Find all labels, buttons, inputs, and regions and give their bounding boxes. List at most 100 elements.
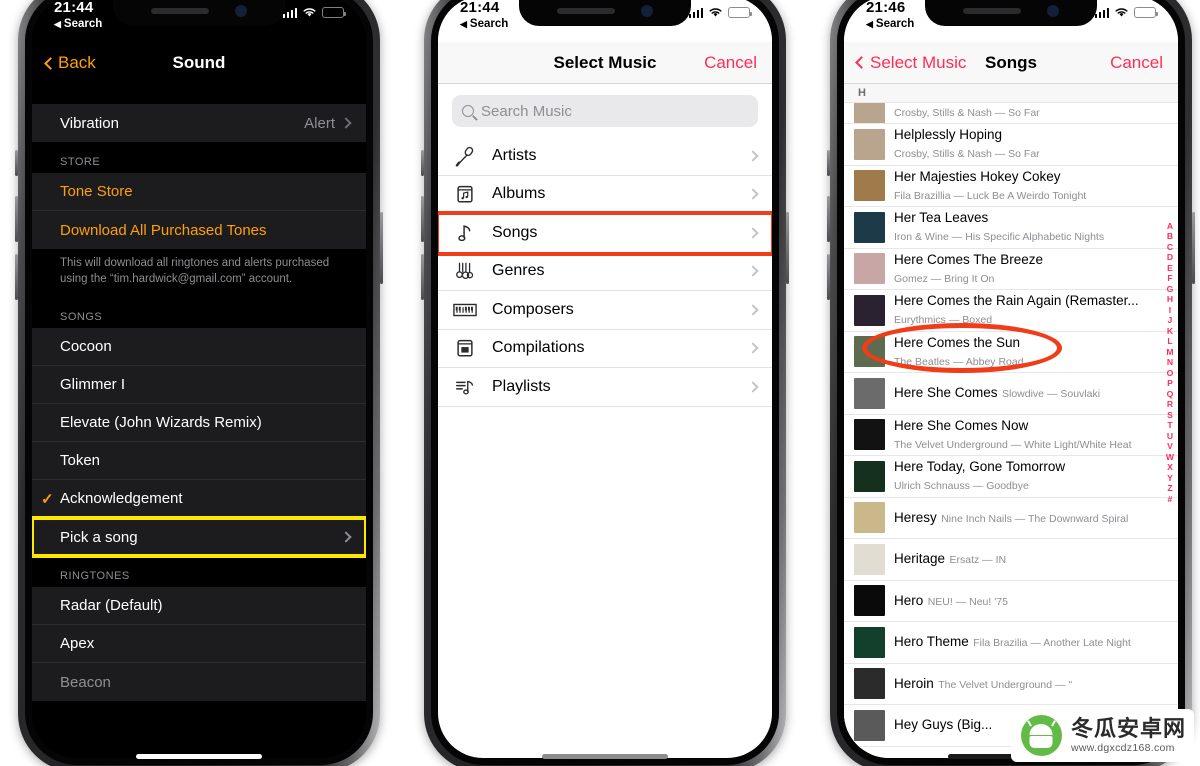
song-row-here-today-gone-tomorrow[interactable]: Here Today, Gone Tomorrow Ulrich Schnaus…: [844, 456, 1178, 498]
tone-store-row[interactable]: Tone Store: [32, 173, 366, 211]
index-letter[interactable]: T: [1167, 420, 1172, 430]
album-art: [854, 419, 885, 451]
song-row-token[interactable]: Token: [32, 442, 366, 481]
power-button[interactable]: [380, 212, 383, 284]
volume-down-button[interactable]: [827, 254, 830, 300]
category-row-artists[interactable]: Artists: [438, 137, 772, 176]
index-letter[interactable]: O: [1167, 368, 1174, 378]
notch: [925, 0, 1097, 26]
battery-icon: [728, 7, 752, 18]
index-letter[interactable]: B: [1167, 231, 1173, 241]
song-row-heritage[interactable]: Heritage Ersatz — IN: [844, 539, 1178, 581]
front-camera: [235, 5, 247, 17]
song-row-acknowledgement[interactable]: ✓ Acknowledgement: [32, 480, 366, 519]
song-row-heresy[interactable]: Heresy Nine Inch Nails — The Downward Sp…: [844, 497, 1178, 539]
status-back-to-search[interactable]: ◀ Search: [54, 18, 102, 31]
album-icon: [438, 183, 492, 205]
song-row-cocoon[interactable]: Cocoon: [32, 328, 366, 367]
song-row-hero[interactable]: Hero NEU! — Neu! '75: [844, 580, 1178, 622]
mute-switch[interactable]: [15, 150, 18, 176]
index-letter[interactable]: R: [1167, 399, 1173, 409]
index-letter[interactable]: G: [1167, 284, 1174, 294]
volume-up-button[interactable]: [421, 196, 424, 242]
watermark-url: www.dgxcdz168.com: [1070, 741, 1175, 754]
ringtone-label: Beacon: [60, 673, 111, 691]
index-letter[interactable]: H: [1167, 294, 1173, 304]
status-back-to-search[interactable]: ◀ Search: [460, 18, 508, 31]
vibration-row[interactable]: Vibration Alert: [32, 104, 366, 142]
category-row-albums[interactable]: Albums: [438, 175, 772, 214]
cancel-button[interactable]: Cancel: [1110, 53, 1163, 73]
category-row-playlists[interactable]: Playlists: [438, 368, 772, 407]
pick-a-song-row[interactable]: Pick a song: [32, 516, 366, 559]
index-letter[interactable]: Z: [1167, 483, 1172, 493]
song-subtitle: Nine Inch Nails — The Downward Spiral: [941, 512, 1129, 525]
index-letter[interactable]: A: [1167, 221, 1173, 231]
notch: [519, 0, 691, 26]
index-letter[interactable]: F: [1167, 273, 1172, 283]
song-title: Hero: [894, 592, 924, 608]
song-row-here-comes-the-breeze[interactable]: Here Comes The Breeze Gomez — Bring It O…: [844, 248, 1178, 290]
notch: [113, 0, 285, 26]
category-row-songs[interactable]: Songs: [438, 211, 772, 256]
song-row-here-comes-the-sun[interactable]: Here Comes the Sun The Beatles — Abbey R…: [844, 331, 1178, 373]
song-row-helplessly-hoping[interactable]: Helplessly Hoping Crosby, Stills & Nash …: [844, 124, 1178, 166]
category-row-genres[interactable]: Genres: [438, 252, 772, 291]
index-letter[interactable]: C: [1167, 242, 1173, 252]
song-row-her-majesties-hokey-cokey[interactable]: Her Majesties Hokey Cokey Fila Brazillia…: [844, 165, 1178, 207]
index-letter[interactable]: V: [1167, 441, 1173, 451]
status-back-label: Search: [875, 18, 915, 30]
song-row-partial[interactable]: Crosby, Stills & Nash — So Far: [844, 103, 1178, 124]
alphabet-index-strip[interactable]: A B C D E F G H I J K L M N O P Q R S T …: [1166, 221, 1174, 504]
index-letter[interactable]: E: [1167, 263, 1173, 273]
song-row-here-comes-the-rain-again[interactable]: Here Comes the Rain Again (Remaster... E…: [844, 290, 1178, 332]
index-letter[interactable]: #: [1168, 494, 1173, 504]
song-row-glimmer-i[interactable]: Glimmer I: [32, 366, 366, 405]
index-letter[interactable]: I: [1169, 305, 1171, 315]
index-letter[interactable]: N: [1167, 357, 1173, 367]
index-letter[interactable]: Y: [1167, 473, 1173, 483]
back-button[interactable]: Select Music: [855, 53, 966, 73]
index-letter[interactable]: D: [1167, 252, 1173, 262]
category-row-compilations[interactable]: Compilations: [438, 329, 772, 368]
index-letter[interactable]: U: [1167, 431, 1173, 441]
download-purchased-tones-row[interactable]: Download All Purchased Tones: [32, 211, 366, 249]
index-letter[interactable]: L: [1167, 336, 1172, 346]
songs-list[interactable]: Crosby, Stills & Nash — So Far Helplessl…: [844, 103, 1178, 758]
cancel-button[interactable]: Cancel: [704, 53, 757, 73]
index-letter[interactable]: Q: [1167, 389, 1174, 399]
volume-down-button[interactable]: [15, 254, 18, 300]
song-row-elevate[interactable]: Elevate (John Wizards Remix): [32, 404, 366, 443]
ringtone-row-beacon[interactable]: Beacon: [32, 663, 366, 701]
song-subtitle: Gomez — Bring It On: [894, 272, 995, 285]
mute-switch[interactable]: [421, 150, 424, 176]
song-row-here-she-comes[interactable]: Here She Comes Slowdive — Souvlaki: [844, 373, 1178, 415]
index-letter[interactable]: K: [1167, 326, 1173, 336]
index-letter[interactable]: M: [1166, 347, 1173, 357]
song-row-heroin[interactable]: Heroin The Velvet Underground — ": [844, 663, 1178, 705]
category-row-composers[interactable]: Composers: [438, 291, 772, 330]
power-button[interactable]: [786, 212, 789, 284]
mute-switch[interactable]: [827, 150, 830, 176]
song-row-her-tea-leaves[interactable]: Her Tea Leaves Iron & Wine — His Specifi…: [844, 207, 1178, 249]
ringtone-row-radar[interactable]: Radar (Default): [32, 587, 366, 626]
category-label: Compilations: [492, 339, 585, 357]
song-row-here-she-comes-now[interactable]: Here She Comes Now The Velvet Undergroun…: [844, 414, 1178, 456]
index-letter[interactable]: S: [1167, 410, 1173, 420]
volume-up-button[interactable]: [827, 196, 830, 242]
power-button[interactable]: [1192, 212, 1195, 284]
index-letter[interactable]: W: [1166, 452, 1174, 462]
home-indicator[interactable]: [136, 754, 262, 759]
home-indicator[interactable]: [542, 754, 668, 759]
status-back-to-search[interactable]: ◀ Search: [866, 18, 915, 31]
back-button[interactable]: Back: [44, 53, 96, 73]
volume-down-button[interactable]: [421, 254, 424, 300]
index-letter[interactable]: J: [1168, 315, 1173, 325]
ringtone-row-apex[interactable]: Apex: [32, 625, 366, 664]
index-letter[interactable]: X: [1167, 462, 1173, 472]
search-music-input[interactable]: Search Music: [452, 95, 758, 127]
volume-up-button[interactable]: [15, 196, 18, 242]
index-letter[interactable]: P: [1167, 378, 1173, 388]
song-row-hero-theme[interactable]: Hero Theme Fila Brazilia — Another Late …: [844, 622, 1178, 664]
song-title: Here She Comes Now: [894, 417, 1029, 433]
